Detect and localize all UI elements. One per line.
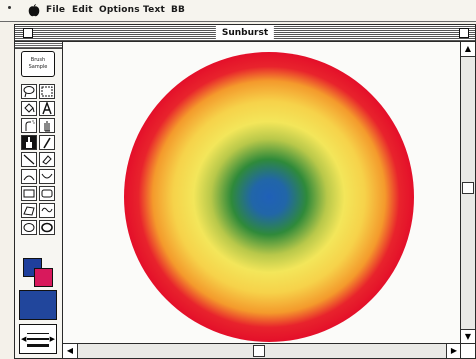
brush-icon[interactable] xyxy=(21,135,37,150)
polygon-icon[interactable] xyxy=(21,203,37,218)
horizontal-scrollbar[interactable]: ◀ ▶ xyxy=(63,343,461,358)
apple-icon[interactable] xyxy=(28,4,40,17)
hand-icon[interactable] xyxy=(39,118,55,133)
vertical-scroll-thumb[interactable] xyxy=(462,182,474,194)
curve-icon[interactable] xyxy=(21,169,37,184)
text-icon[interactable] xyxy=(39,100,55,116)
title-bar[interactable]: Sunburst xyxy=(15,25,475,42)
horizontal-scroll-thumb[interactable] xyxy=(253,345,265,357)
menu-text[interactable]: Text xyxy=(143,5,165,15)
scroll-left-icon[interactable]: ◀ xyxy=(63,344,78,358)
menu-edit[interactable]: Edit xyxy=(72,5,93,15)
menu-extra[interactable]: BB xyxy=(171,5,185,15)
filled-oval-icon[interactable] xyxy=(39,220,55,235)
line-width-thin xyxy=(27,333,49,334)
scroll-up-icon[interactable]: ▲ xyxy=(461,42,475,57)
window-title: Sunburst xyxy=(215,26,275,40)
fill-pattern-swatch[interactable] xyxy=(19,290,57,320)
line-width-medium xyxy=(27,338,49,340)
brush-sample-button[interactable]: Brush Sample xyxy=(21,51,55,77)
close-box-icon[interactable] xyxy=(23,28,33,38)
menu-file[interactable]: File xyxy=(46,5,65,15)
document-window: Sunburst Brush Sample ◀ ▶ ▲ ▼ ◀ ▶ xyxy=(14,24,476,359)
vertical-scrollbar[interactable]: ▲ ▼ xyxy=(460,42,475,344)
scroll-down-icon[interactable]: ▼ xyxy=(461,329,475,344)
rectangle-icon[interactable] xyxy=(21,186,37,201)
spray-icon[interactable] xyxy=(21,118,37,133)
drawing-canvas[interactable] xyxy=(63,42,461,344)
sunburst-image xyxy=(124,52,414,342)
freeform-icon[interactable] xyxy=(39,203,55,218)
background-color-swatch[interactable] xyxy=(34,268,53,287)
line-width-thick xyxy=(27,344,49,347)
oval-icon[interactable] xyxy=(21,220,37,235)
arrow-left-icon[interactable]: ◀ xyxy=(21,335,26,343)
marquee-icon[interactable] xyxy=(39,84,55,99)
lasso-icon[interactable] xyxy=(21,84,37,99)
line-icon[interactable] xyxy=(21,152,37,167)
brush-sample-label: Brush Sample xyxy=(28,57,48,70)
line-width-selector[interactable]: ◀ ▶ xyxy=(19,324,57,354)
pencil-icon[interactable] xyxy=(39,135,55,150)
menu-bar: File Edit Options Text BB xyxy=(0,0,476,22)
menu-options[interactable]: Options xyxy=(99,5,140,15)
sunburst-circle xyxy=(124,52,414,342)
grow-box-icon[interactable] xyxy=(460,343,475,358)
bucket-icon[interactable] xyxy=(21,101,37,116)
rounded-rect-icon[interactable] xyxy=(39,186,55,201)
corner-dot xyxy=(8,6,11,9)
tool-palette: Brush Sample ◀ ▶ xyxy=(15,42,63,358)
palette-drag-bar[interactable] xyxy=(15,42,62,49)
eraser-icon[interactable] xyxy=(39,152,55,167)
color-swatches[interactable] xyxy=(23,258,53,287)
arc-icon[interactable] xyxy=(39,169,55,184)
zoom-box-icon[interactable] xyxy=(459,28,469,38)
scroll-right-icon[interactable]: ▶ xyxy=(446,344,461,358)
arrow-right-icon[interactable]: ▶ xyxy=(50,335,55,343)
